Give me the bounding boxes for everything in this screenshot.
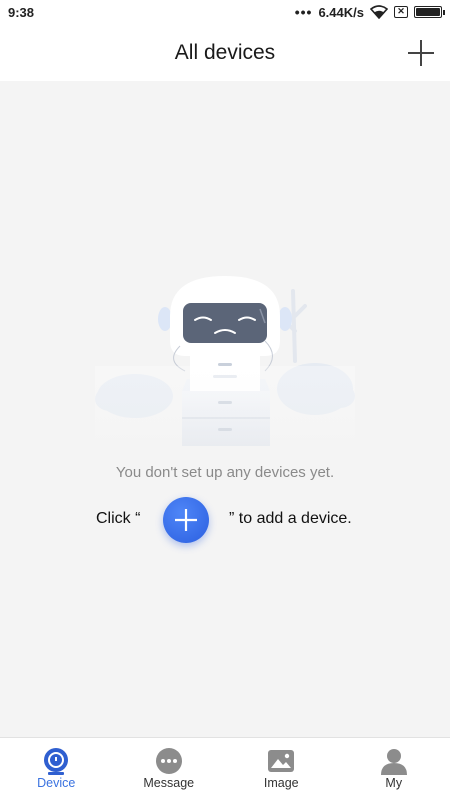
tab-message-label: Message — [143, 776, 195, 790]
notification-dots: ••• — [294, 4, 313, 20]
network-speed: 6.44K/s — [318, 4, 364, 20]
plus-icon — [175, 509, 197, 531]
status-bar: 9:38 ••• 6.44K/s ✕ — [0, 0, 450, 26]
add-device-hint: Click “ ” to add a device. — [0, 497, 450, 543]
hint-add-button[interactable] — [163, 497, 209, 543]
tab-image-label: Image — [263, 776, 299, 790]
image-icon — [268, 750, 295, 772]
battery-icon — [414, 6, 445, 18]
empty-robot-illustration — [95, 276, 355, 451]
tab-device[interactable]: Device — [0, 738, 113, 800]
tab-image[interactable]: Image — [225, 738, 338, 800]
wifi-icon — [370, 5, 388, 19]
header: All devices — [0, 26, 450, 81]
empty-state-message: You don't set up any devices yet. — [115, 464, 335, 481]
person-icon — [380, 749, 407, 775]
add-device-button[interactable] — [406, 38, 436, 68]
page-title: All devices — [174, 41, 276, 64]
no-sim-icon: ✕ — [394, 6, 408, 18]
tab-my[interactable]: My — [338, 738, 450, 800]
hint-suffix-text: ” to add a device. — [229, 510, 352, 527]
bottom-tab-bar: Device Message Image My — [0, 737, 450, 800]
status-time: 9:38 — [8, 5, 35, 20]
camera-icon — [44, 748, 69, 775]
device-list-empty-state: You don't set up any devices yet. Click … — [0, 81, 450, 737]
tab-my-label: My — [385, 776, 403, 790]
status-icons: ••• 6.44K/s ✕ — [294, 4, 445, 20]
tab-device-label: Device — [37, 776, 76, 790]
tab-message[interactable]: Message — [113, 738, 226, 800]
message-icon — [155, 748, 182, 774]
plus-icon — [408, 40, 434, 66]
hint-prefix-text: Click “ — [96, 510, 141, 527]
